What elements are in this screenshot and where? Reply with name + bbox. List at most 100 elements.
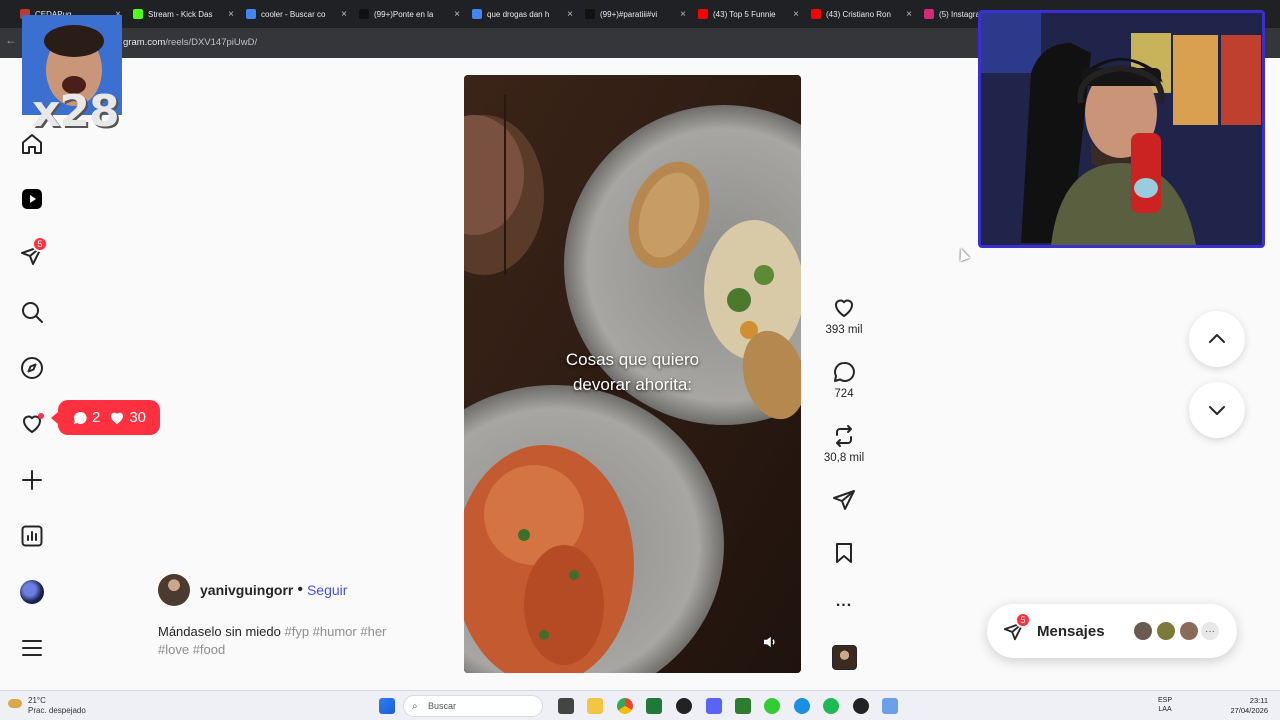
browser-tab[interactable]: (99+)#paratiii#vi × [579,0,692,28]
paper-plane-icon [833,490,855,510]
audio-thumbnail[interactable] [822,645,866,670]
tab-label: (43) Cristiano Ron [826,9,891,19]
tab-close-icon[interactable]: × [906,9,912,20]
tab-close-icon[interactable]: × [680,9,686,20]
browser-tab[interactable]: (43) Cristiano Ron × [805,0,918,28]
reel-author: yanivguingorr • Seguir [158,574,347,606]
browser-tab[interactable]: Stream - Kick Das × [127,0,240,28]
browser-tab[interactable]: (99+)Ponte en la × [353,0,466,28]
edge-icon[interactable] [794,698,810,714]
system-clock[interactable]: 23:11 27/04/2026 [1230,696,1268,716]
author-username[interactable]: yanivguingorr [200,582,293,598]
tab-favicon-icon [924,9,934,19]
comment-count: 724 [834,388,854,400]
more-options-button[interactable]: ... [822,594,866,610]
comment-button[interactable]: 724 [822,360,866,400]
spotify-icon[interactable] [823,698,839,714]
speaker-icon[interactable] [761,633,779,651]
sidebar-item-messages[interactable]: 5 [18,236,48,269]
more-contacts-icon: ··· [1199,620,1221,642]
more-icon: ... [835,593,853,610]
overlay-line-2: devorar ahorita: [572,375,693,394]
like-count: 30 [109,409,146,426]
windows-start-icon[interactable] [379,698,395,714]
lang-bottom: LAA [1158,706,1172,713]
heart-filled-icon [111,412,124,424]
taskbar-search-placeholder: Buscar [428,701,457,711]
audio-cover [831,645,857,670]
reel-video[interactable]: Cosas que quiero devorar ahorita: [464,75,801,673]
browser-tab[interactable]: (43) Top 5 Funnie × [692,0,805,28]
profile-avatar [20,580,44,604]
tab-close-icon[interactable]: × [228,9,234,20]
language-indicator[interactable]: ESP LAA [1158,696,1172,714]
url-text[interactable]: gram.com/reels/DXV147piUwD/ [123,37,257,48]
tab-label: cooler - Buscar co [261,9,326,19]
taskbar-search[interactable]: ⌕ Buscar [403,695,543,717]
file-explorer-icon[interactable] [587,698,603,714]
weather-icon [8,699,22,708]
contact-avatar [1132,620,1154,642]
browser-tab[interactable]: que drogas dan h × [466,0,579,28]
contact-avatar [1178,620,1200,642]
app-icon[interactable] [853,698,869,714]
browser-tab[interactable]: cooler - Buscar co × [240,0,353,28]
comment-count: 2 [72,409,100,426]
tab-close-icon[interactable]: × [454,9,460,20]
sidebar-item-notifications[interactable] [18,410,46,438]
messages-dock-label: Mensajes [1037,622,1105,640]
app-icon[interactable] [676,698,692,714]
discord-icon[interactable] [706,698,722,714]
next-reel-button[interactable] [1189,382,1245,438]
tab-label: que drogas dan h [487,9,550,19]
chevron-down-icon [1209,406,1225,415]
tab-favicon-icon [359,9,369,19]
overlay-line-1: Cosas que quiero [565,350,700,369]
sidebar-item-profile[interactable] [18,578,46,606]
streamer-webcam-image [981,13,1262,245]
weather-temp: 21°C [28,696,46,705]
author-avatar[interactable] [158,574,190,606]
webcam-overlay [978,10,1265,248]
hashtags-line-1[interactable]: #fyp #humor #her [284,624,386,639]
like-button[interactable]: 393 mil [822,296,866,336]
chrome-icon[interactable] [617,698,633,714]
hashtags-line-2[interactable]: #love #food [158,642,225,657]
compass-icon [21,357,43,379]
sidebar-item-more[interactable] [18,634,46,662]
sidebar-item-reels[interactable] [18,185,46,213]
task-view-icon[interactable] [558,698,574,714]
minecraft-icon[interactable] [735,698,751,714]
previous-reel-button[interactable] [1189,311,1245,367]
follow-button[interactable]: Seguir [307,582,347,598]
clock-time: 23:11 [1249,696,1268,705]
share-button[interactable] [822,488,866,512]
repost-button[interactable]: 30,8 mil [822,424,866,464]
app-icon[interactable] [764,698,780,714]
back-arrow-icon[interactable]: ← [5,33,17,47]
sidebar-item-create[interactable] [18,466,46,494]
tab-label: (43) Top 5 Funnie [713,9,776,19]
contact-avatar [1155,620,1177,642]
app-icon[interactable] [646,698,662,714]
notification-pill[interactable]: 2 30 [51,400,160,435]
messages-dock[interactable]: 5 Mensajes ··· [987,604,1237,658]
save-button[interactable] [822,541,866,565]
tab-close-icon[interactable]: × [793,9,799,20]
tab-favicon-icon [246,9,256,19]
search-icon: ⌕ [412,701,418,712]
tab-close-icon[interactable]: × [567,9,573,20]
sidebar-item-dashboard[interactable] [18,522,46,550]
tab-favicon-icon [133,9,143,19]
description-text: Mándaselo sin miedo [158,624,281,639]
sidebar: 5 [0,58,64,690]
repost-count: 30,8 mil [823,452,865,464]
chevron-up-icon [1209,334,1225,343]
app-icon[interactable] [882,698,898,714]
weather-widget[interactable]: 21°C Prac. despejado [28,696,86,716]
sidebar-item-search[interactable] [18,298,46,326]
sidebar-item-explore[interactable] [18,354,46,382]
lang-top: ESP [1158,697,1173,704]
tab-close-icon[interactable]: × [341,9,347,20]
menu-icon [22,640,42,656]
